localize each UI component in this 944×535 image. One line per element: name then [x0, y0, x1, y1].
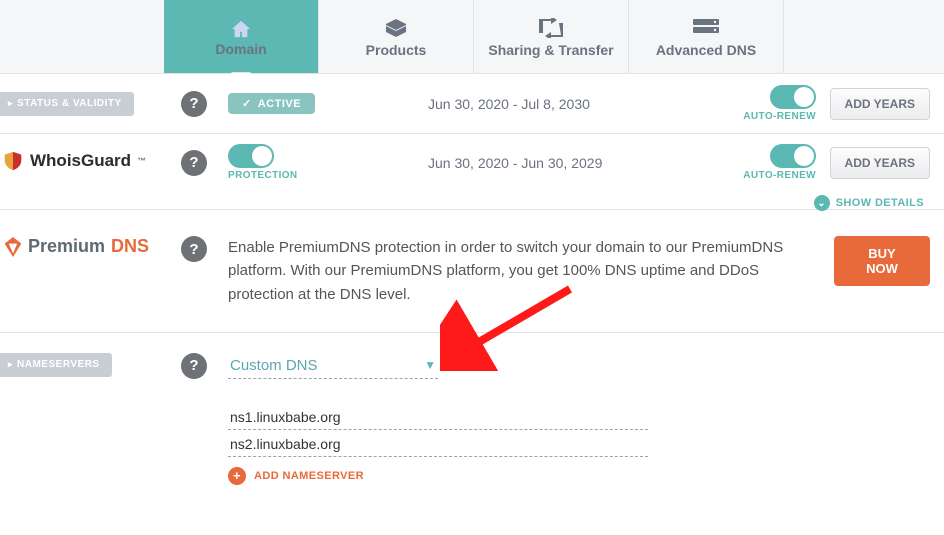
tab-label: Domain [215, 41, 266, 57]
house-icon [215, 17, 266, 41]
section-status-validity: STATUS & VALIDITY ? ACTIVE Jun 30, 2020 … [0, 74, 944, 134]
section-premiumdns: PremiumDNS ? Enable PremiumDNS protectio… [0, 210, 944, 333]
autorenew-toggle[interactable] [770, 85, 816, 109]
tab-label: Advanced DNS [656, 42, 756, 58]
whoisguard-logo: WhoisGuard™ [2, 150, 146, 172]
diamond-icon [4, 237, 22, 257]
buy-now-button[interactable]: BUY NOW [834, 236, 930, 286]
protection-label: PROTECTION [228, 170, 298, 181]
status-dates: Jun 30, 2020 - Jul 8, 2030 [428, 96, 714, 112]
help-icon[interactable]: ? [181, 353, 207, 379]
server-icon [692, 16, 720, 40]
caret-down-icon: ▼ [424, 358, 436, 372]
whoisguard-dates: Jun 30, 2020 - Jun 30, 2029 [428, 155, 714, 171]
shield-icon [2, 150, 24, 172]
autorenew-toggle[interactable] [770, 144, 816, 168]
add-years-button[interactable]: ADD YEARS [830, 147, 930, 179]
help-icon[interactable]: ? [181, 91, 207, 117]
section-label: STATUS & VALIDITY [0, 92, 134, 116]
section-label: NAMESERVERS [0, 353, 112, 377]
add-years-button[interactable]: ADD YEARS [830, 88, 930, 120]
add-nameserver-link[interactable]: + ADD NAMESERVER [228, 467, 364, 485]
tab-label: Sharing & Transfer [488, 42, 613, 58]
autorenew-label: AUTO-RENEW [743, 111, 816, 122]
premiumdns-logo: PremiumDNS [4, 236, 149, 257]
share-icon [538, 16, 564, 40]
help-icon[interactable]: ? [181, 150, 207, 176]
nameserver-type-select[interactable]: Custom DNS ▼ [228, 353, 438, 379]
section-whoisguard: WhoisGuard™ ? PROTECTION Jun 30, 2020 - … [0, 134, 944, 210]
nameserver-input-2[interactable] [228, 432, 648, 457]
tab-sharing[interactable]: Sharing & Transfer [474, 0, 629, 73]
protection-toggle[interactable] [228, 144, 274, 168]
nameserver-input-1[interactable] [228, 405, 648, 430]
box-icon [384, 16, 408, 40]
plus-icon: + [228, 467, 246, 485]
chevron-down-icon: ⌄ [814, 195, 830, 211]
tab-domain[interactable]: Domain [164, 0, 319, 73]
premiumdns-description: Enable PremiumDNS protection in order to… [228, 236, 834, 306]
tab-advanced-dns[interactable]: Advanced DNS [629, 0, 784, 73]
help-icon[interactable]: ? [181, 236, 207, 262]
active-pill: ACTIVE [228, 93, 315, 114]
nameserver-list [228, 405, 944, 457]
autorenew-label: AUTO-RENEW [743, 170, 816, 181]
section-nameservers: NAMESERVERS ? Custom DNS ▼ + ADD NAMESER… [0, 333, 944, 495]
tab-products[interactable]: Products [319, 0, 474, 73]
show-details-link[interactable]: ⌄ SHOW DETAILS [814, 195, 924, 211]
main-tabs: Domain Products Sharing & Transfer Advan… [0, 0, 944, 74]
tab-label: Products [366, 42, 427, 58]
